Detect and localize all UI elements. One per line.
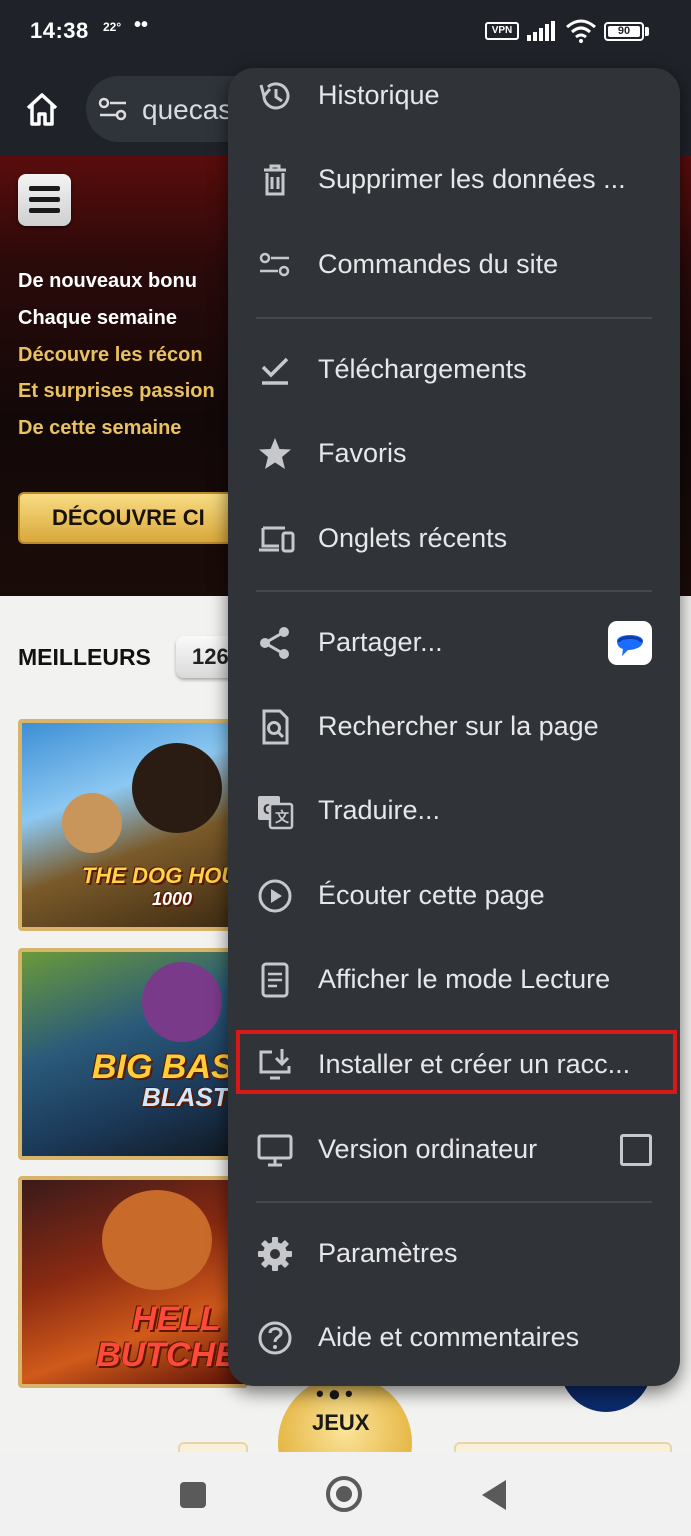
battery-icon: 90 xyxy=(604,22,644,41)
translate-icon: G 文 xyxy=(258,796,294,830)
menu-label: Traduire... xyxy=(318,795,441,825)
menu-divider xyxy=(256,1201,652,1203)
menu-label: Onglets récents xyxy=(318,523,508,553)
hamburger-menu-button[interactable] xyxy=(18,174,71,226)
promo-line-2: Chaque semaine xyxy=(18,307,177,329)
menu-item-clear-data[interactable]: Supprimer les données ... xyxy=(228,138,680,222)
menu-item-share[interactable]: Partager... xyxy=(228,601,680,685)
battery-level: 90 xyxy=(608,26,640,37)
star-icon xyxy=(259,438,291,469)
home-icon[interactable] xyxy=(22,90,62,130)
status-temperature: 22° xyxy=(103,20,122,34)
hamburger-line xyxy=(29,208,60,213)
site-controls-icon[interactable] xyxy=(98,96,128,122)
menu-item-settings[interactable]: Paramètres xyxy=(228,1212,680,1296)
menu-label: Historique xyxy=(318,80,440,110)
menu-label: Favoris xyxy=(318,438,407,468)
menu-label: Rechercher sur la page xyxy=(318,711,599,741)
menu-item-bookmarks[interactable]: Favoris xyxy=(228,412,680,496)
section-title: MEILLEURS xyxy=(18,644,151,670)
bottom-card xyxy=(178,1442,248,1452)
svg-text:文: 文 xyxy=(275,809,290,825)
menu-item-listen[interactable]: Écouter cette page xyxy=(228,854,680,938)
status-time: 14:38 xyxy=(30,18,89,43)
messages-app-icon[interactable] xyxy=(608,621,652,665)
find-in-page-icon xyxy=(262,709,289,745)
game-tile-dog-house[interactable]: THE DOG HOUS 1000 xyxy=(18,719,248,931)
pug-artwork xyxy=(62,793,122,853)
vpn-icon: VPN xyxy=(485,22,519,40)
menu-label: Écouter cette page xyxy=(318,880,545,910)
promo-line-1: De nouveaux bonu xyxy=(18,270,197,292)
bottom-card xyxy=(454,1442,672,1452)
history-icon xyxy=(259,82,290,110)
game-title: HELL xyxy=(132,1300,221,1338)
menu-item-downloads[interactable]: Téléchargements xyxy=(228,328,680,412)
promo-line-5: De cette semaine xyxy=(18,417,182,439)
menu-divider xyxy=(256,590,652,592)
share-icon xyxy=(260,627,289,659)
menu-item-translate[interactable]: G 文 Traduire... xyxy=(228,769,680,853)
ogre-artwork xyxy=(102,1190,212,1290)
game-title: THE DOG HOUS xyxy=(82,863,248,888)
menu-label: Partager... xyxy=(318,627,443,657)
url-text[interactable]: quecas xyxy=(142,94,232,126)
desktop-site-checkbox[interactable] xyxy=(620,1134,652,1166)
menu-item-help[interactable]: Aide et commentaires xyxy=(228,1296,680,1380)
menu-item-site-controls[interactable]: Commandes du site xyxy=(228,223,680,307)
gear-icon xyxy=(258,1237,292,1271)
menu-item-history[interactable]: Historique xyxy=(228,68,680,138)
overflow-menu: Historique Supprimer les données ... Com… xyxy=(228,68,680,1386)
play-circle-icon xyxy=(258,879,292,913)
highlight-box xyxy=(236,1030,677,1094)
game-subtitle: 1000 xyxy=(152,889,193,909)
menu-item-reader-mode[interactable]: Afficher le mode Lecture xyxy=(228,938,680,1022)
notification-dots: •• xyxy=(134,14,149,36)
recent-apps-icon[interactable] xyxy=(180,1482,206,1508)
menu-label: Paramètres xyxy=(318,1238,458,1268)
menu-item-recent-tabs[interactable]: Onglets récents xyxy=(228,497,680,581)
dog-artwork xyxy=(132,743,222,833)
navigation-bar xyxy=(0,1452,691,1536)
menu-label: Version ordinateur xyxy=(318,1134,538,1164)
trash-icon xyxy=(264,164,286,196)
battery-tip xyxy=(645,27,649,36)
site-controls-icon xyxy=(259,252,290,277)
menu-divider xyxy=(256,317,652,319)
game-tile-big-bass[interactable]: BIG BAS BLAST xyxy=(18,948,248,1160)
back-icon[interactable] xyxy=(482,1480,506,1510)
status-bar: 14:38 22° •• VPN 90 xyxy=(0,0,691,62)
hamburger-line xyxy=(29,186,60,191)
fisherman-artwork xyxy=(142,962,222,1042)
games-label: JEUX xyxy=(312,1410,370,1435)
menu-label: Téléchargements xyxy=(318,354,527,384)
game-tile-hell-butcher[interactable]: HELL BUTCHE xyxy=(18,1176,248,1388)
promo-line-4: Et surprises passion xyxy=(18,380,215,402)
help-icon xyxy=(258,1321,292,1355)
desktop-icon xyxy=(257,1134,293,1167)
promo-line-3: Découvre les récon xyxy=(18,344,203,366)
home-nav-icon[interactable] xyxy=(326,1476,362,1512)
menu-label: Commandes du site xyxy=(318,249,559,279)
downloads-icon xyxy=(261,357,289,385)
menu-item-find-in-page[interactable]: Rechercher sur la page xyxy=(228,685,680,769)
menu-label: Aide et commentaires xyxy=(318,1322,580,1352)
menu-label: Supprimer les données ... xyxy=(318,164,626,194)
reader-mode-icon xyxy=(261,962,289,998)
hamburger-line xyxy=(29,197,60,202)
signal-icon xyxy=(527,21,555,41)
game-subtitle: BUTCHE xyxy=(96,1336,238,1374)
devices-icon xyxy=(259,526,295,553)
menu-label: Afficher le mode Lecture xyxy=(318,964,611,994)
menu-item-desktop-site[interactable]: Version ordinateur xyxy=(228,1108,680,1192)
game-subtitle: BLAST xyxy=(142,1082,229,1112)
wifi-icon xyxy=(566,19,596,43)
